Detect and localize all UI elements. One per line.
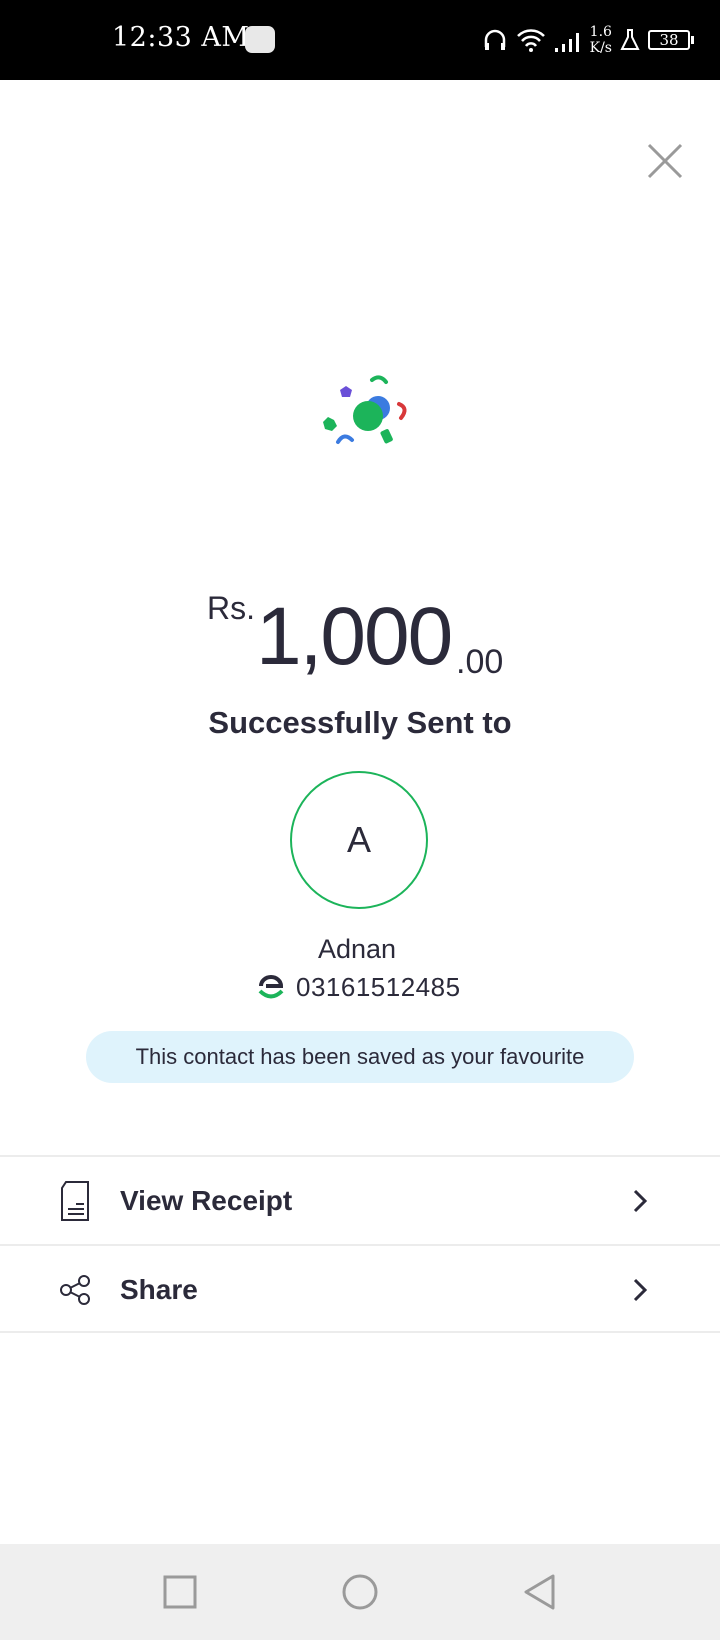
- view-receipt-label: View Receipt: [120, 1185, 293, 1216]
- network-speed-unit: K/s: [589, 40, 612, 56]
- amount-currency: Rs.: [207, 590, 255, 626]
- action-list: View Receipt Share: [0, 1155, 720, 1333]
- favourite-notice-text: This contact has been saved as your favo…: [135, 1044, 585, 1069]
- close-icon[interactable]: [640, 136, 690, 186]
- chevron-right-icon: [633, 1189, 648, 1213]
- recipient-initial: A: [346, 819, 371, 860]
- favourite-notice: This contact has been saved as your favo…: [86, 1031, 634, 1083]
- share-label: Share: [120, 1274, 198, 1305]
- amount-minor: .00: [456, 643, 504, 681]
- network-speed-value: 1.6: [589, 24, 612, 40]
- share-button[interactable]: Share: [0, 1244, 720, 1333]
- view-receipt-button[interactable]: View Receipt: [0, 1155, 720, 1244]
- chevron-right-icon: [633, 1278, 648, 1302]
- transfer-amount: Rs. 1,000 .00: [0, 580, 720, 690]
- system-nav-bar: [0, 1544, 720, 1640]
- flask-icon: [620, 29, 640, 50]
- amount-major: 1,000: [256, 591, 453, 682]
- notification-icon: [245, 26, 275, 53]
- recents-square-icon[interactable]: [160, 1572, 200, 1612]
- signal-icon: [554, 33, 579, 52]
- headphones-icon: [484, 29, 505, 50]
- battery-icon: 38: [648, 30, 694, 50]
- receipt-icon: [61, 1181, 89, 1221]
- network-speed: 1.6 K/s: [590, 24, 612, 56]
- share-icon: [60, 1275, 90, 1305]
- recipient-number-row: 03161512485: [258, 970, 461, 1004]
- status-bar: 12:33 AM 1.6 K/s 38: [0, 0, 720, 80]
- recipient-avatar: A: [290, 771, 428, 909]
- confetti-icon: [323, 375, 407, 444]
- recipient-name: Adnan: [317, 934, 397, 964]
- easypaisa-logo-icon: [258, 975, 284, 999]
- wifi-icon: [516, 29, 545, 52]
- home-circle-icon[interactable]: [340, 1572, 380, 1612]
- status-icons: 1.6 K/s 38: [482, 20, 694, 60]
- status-message: Successfully Sent to: [208, 705, 512, 740]
- status-time: 12:33 AM: [112, 22, 250, 53]
- back-triangle-icon[interactable]: [520, 1572, 560, 1612]
- recipient-number: 03161512485: [296, 971, 461, 1002]
